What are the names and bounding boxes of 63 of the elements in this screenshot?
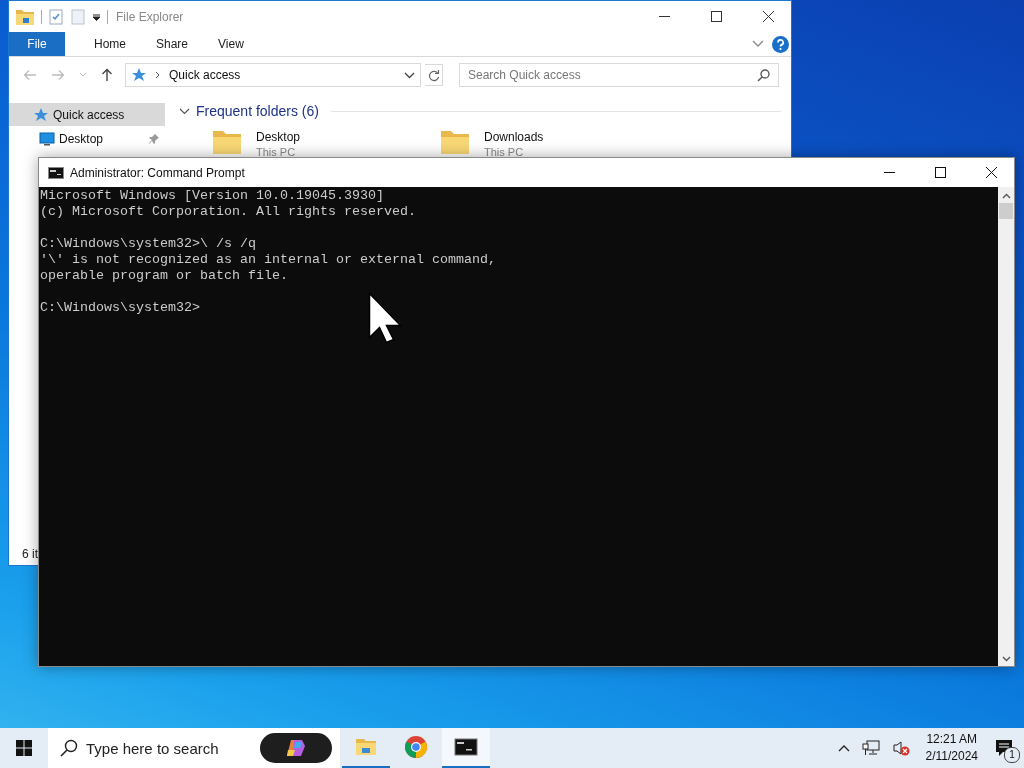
scrollbar-thumb[interactable]	[999, 203, 1013, 219]
ribbon-tab[interactable]: Share	[141, 32, 204, 56]
console-line: Microsoft Windows [Version 10.0.19045.3930]	[40, 188, 384, 204]
nav-item[interactable]: Quick access	[9, 103, 165, 126]
star-icon	[131, 67, 147, 83]
address-text: Quick access	[169, 68, 241, 82]
up-arrow-icon[interactable]	[101, 68, 113, 82]
chevron-right-icon	[155, 71, 161, 79]
folder-name[interactable]: Downloads	[484, 130, 544, 144]
address-bar[interactable]: Quick access	[125, 63, 421, 87]
close-icon	[762, 11, 774, 22]
console-line: (c) Microsoft Corporation. All rights reserved.	[40, 204, 416, 220]
refresh-button[interactable]	[425, 64, 443, 86]
chevron-down-icon[interactable]	[404, 71, 415, 79]
minimize-icon	[658, 16, 670, 17]
search-field[interactable]: Search Quick access	[468, 65, 757, 85]
folder-location: This PC	[256, 146, 297, 158]
console-line: '\' is not recognized as an internal or external command,	[40, 252, 496, 268]
monitor-icon	[39, 130, 55, 147]
close-icon	[986, 167, 997, 178]
maximize-icon	[935, 167, 946, 178]
copilot-icon	[285, 738, 307, 758]
console-icon[interactable]	[48, 166, 64, 179]
pin-icon[interactable]	[149, 133, 159, 144]
chevron-up-icon[interactable]	[1001, 193, 1011, 199]
network-icon[interactable]	[861, 740, 880, 756]
search-field[interactable]: Type here to search	[86, 733, 246, 763]
notification-badge: 1	[1004, 747, 1020, 763]
chevron-down-icon[interactable]	[1001, 656, 1011, 662]
console-line: operable program or batch file.	[40, 268, 288, 284]
browser-icon	[404, 735, 428, 759]
search-box[interactable]: Search Quick access	[459, 63, 779, 87]
help-icon[interactable]	[772, 35, 789, 53]
folder-location: This PC	[484, 146, 525, 158]
cursor-icon	[368, 292, 402, 344]
speaker-icon[interactable]	[891, 740, 910, 756]
console-line: C:\Windows\system32>	[40, 300, 200, 316]
star-icon	[33, 106, 49, 123]
window-title: Administrator: Command Prompt	[70, 165, 245, 180]
clock[interactable]: 12:21 AM 2/11/2024	[925, 731, 978, 765]
search-icon	[757, 68, 770, 82]
chevron-up-icon[interactable]	[837, 744, 850, 752]
notification-button[interactable]: 1	[984, 728, 1024, 768]
section-title: Frequent folders (6)	[196, 103, 319, 119]
ribbon-tab[interactable]: Home	[79, 32, 141, 56]
console-icon	[454, 735, 478, 759]
caret-icon[interactable]	[92, 12, 101, 21]
folder-name[interactable]: Desktop	[256, 130, 301, 144]
nav-item[interactable]: Desktop	[9, 127, 165, 150]
copilot-button[interactable]	[260, 733, 332, 763]
minimize-icon	[884, 172, 895, 173]
ribbon-tab[interactable]: View	[203, 32, 259, 56]
taskbar-app[interactable]	[442, 728, 490, 768]
checklist-icon[interactable]	[48, 8, 64, 25]
search-icon	[60, 739, 78, 757]
windows-icon	[16, 740, 32, 756]
console-line: C:\Windows\system32>\ /s /q	[40, 236, 256, 252]
scrollbar[interactable]	[998, 187, 1014, 666]
window-title: File Explorer	[116, 9, 184, 24]
maximize-icon	[710, 11, 722, 22]
search-box[interactable]: Type here to search	[48, 728, 340, 768]
file-tab[interactable]: File	[9, 32, 65, 56]
status-text: 6 it	[21, 547, 38, 563]
